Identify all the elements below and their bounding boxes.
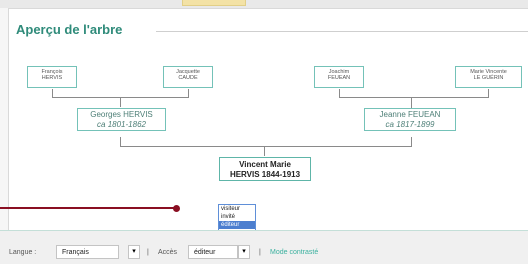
subject-name: Vincent Marie [239,160,291,169]
title-divider [156,31,528,32]
parent-name: Georges HERVIS [90,110,153,119]
connector-line [264,146,265,156]
annotation-dot [173,205,180,212]
parent-dates: ca 1817-1899 [385,120,435,129]
parent-dates: ca 1801-1862 [97,120,146,129]
ancestor-name: Jacquette CAUDE [176,69,200,81]
chevron-down-icon[interactable]: ▾ [238,245,250,259]
annotation-line [0,207,176,209]
connector-line [52,89,53,98]
top-strip [0,0,528,8]
separator: | [147,249,149,256]
tab-highlight [182,0,246,6]
parent-name: Jeanne FEUEAN [379,110,441,119]
contrast-mode-link[interactable]: Mode contrasté [270,249,318,256]
page-title: Aperçu de l'arbre [16,22,123,37]
ancestor-box[interactable]: Jacquette CAUDE [163,66,213,88]
ancestor-name: François HERVIS [41,69,63,81]
option-visiteur[interactable]: visiteur [219,205,255,213]
connector-line [411,97,412,108]
connector-line [120,97,121,107]
language-label: Langue : [9,249,37,256]
language-select[interactable]: Français [56,245,119,259]
subject-box[interactable]: Vincent Marie HERVIS 1844-1913 [219,157,311,181]
ancestor-name: Marie Vincente LE GUÉRIN [470,69,507,81]
ancestor-name: Joachim FEUEAN [327,69,351,81]
ancestor-box[interactable]: François HERVIS [27,66,77,88]
ancestor-box[interactable]: Marie Vincente LE GUÉRIN [455,66,522,88]
ancestor-box[interactable]: Joachim FEUEAN [314,66,364,88]
chevron-down-icon[interactable]: ▾ [128,245,140,259]
access-select[interactable]: éditeur [188,245,238,259]
parent-box[interactable]: Jeanne FEUEAN ca 1817-1899 [364,108,456,131]
option-invite[interactable]: invité [219,213,255,221]
connector-line [120,146,412,147]
separator: | [259,249,261,256]
access-label: Accès [158,249,178,256]
connector-line [188,89,189,98]
subject-surname-dates: HERVIS 1844-1913 [229,170,301,179]
parent-box[interactable]: Georges HERVIS ca 1801-1862 [77,108,166,131]
connector-line [339,97,489,98]
option-editeur[interactable]: éditeur [219,221,255,229]
